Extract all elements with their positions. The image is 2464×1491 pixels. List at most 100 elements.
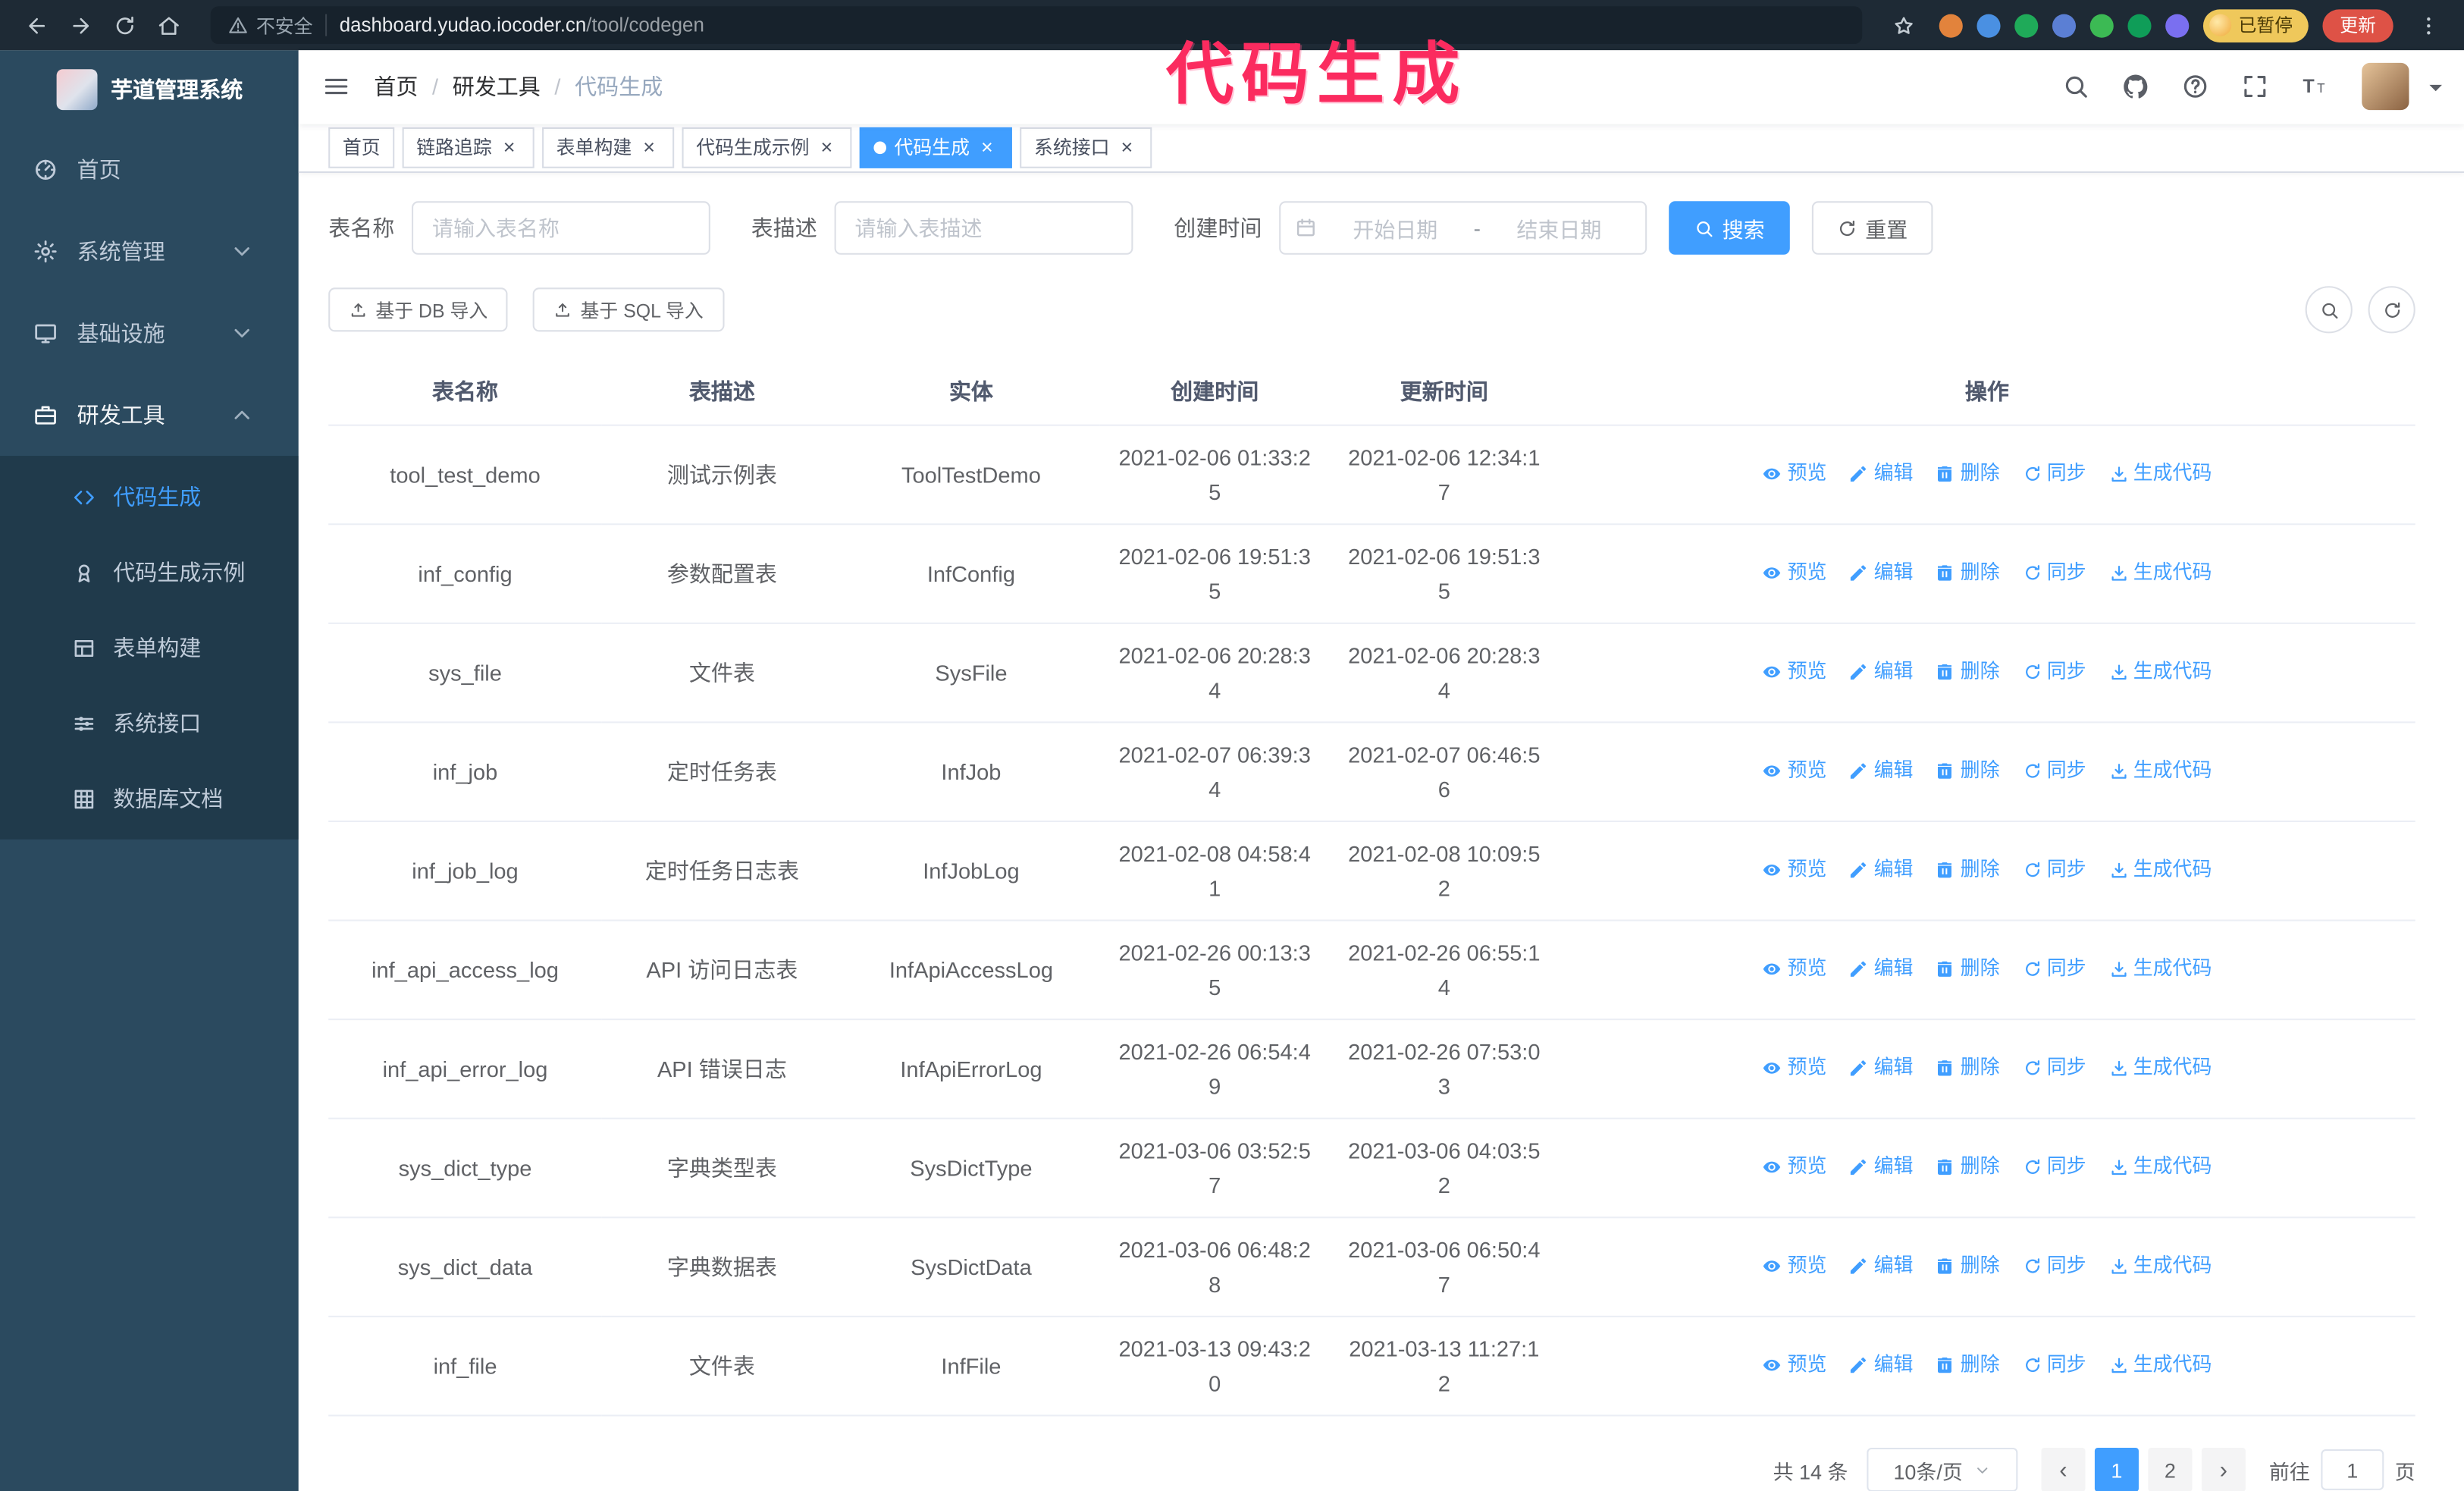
fullscreen-button[interactable] [2230, 62, 2280, 112]
import-sql-button[interactable]: 基于 SQL 导入 [533, 287, 724, 332]
tab-form-builder[interactable]: 表单构建 × [542, 127, 675, 168]
action-edit-link[interactable]: 编辑 [1848, 457, 1913, 491]
tab-home[interactable]: 首页 [328, 127, 395, 168]
reset-button[interactable]: 重置 [1811, 201, 1933, 255]
action-preview-link[interactable]: 预览 [1762, 1248, 1826, 1283]
github-link[interactable] [2111, 62, 2161, 112]
action-generate-code-link[interactable]: 生成代码 [2108, 1150, 2212, 1185]
tab-codegen-demo[interactable]: 代码生成示例 × [682, 127, 852, 168]
profile-chip[interactable]: 已暂停 [2202, 8, 2309, 42]
sidebar-item-devtools[interactable]: 研发工具 [0, 374, 299, 456]
tab-codegen[interactable]: 代码生成 × [859, 127, 1012, 168]
close-icon[interactable]: × [638, 137, 660, 159]
action-edit-link[interactable]: 编辑 [1848, 753, 1913, 788]
action-edit-link[interactable]: 编辑 [1848, 952, 1913, 987]
action-generate-code-link[interactable]: 生成代码 [2108, 1348, 2212, 1383]
action-sync-link[interactable]: 同步 [2022, 555, 2086, 590]
bookmark-star-button[interactable] [1883, 5, 1924, 46]
header-search-button[interactable] [2051, 62, 2101, 112]
action-generate-code-link[interactable]: 生成代码 [2108, 654, 2212, 689]
close-icon[interactable]: × [1116, 137, 1138, 159]
import-db-button[interactable]: 基于 DB 导入 [328, 287, 509, 332]
action-delete-link[interactable]: 删除 [1935, 1348, 2000, 1383]
browser-back-button[interactable] [16, 5, 57, 46]
help-button[interactable] [2170, 62, 2220, 112]
action-sync-link[interactable]: 同步 [2022, 1150, 2086, 1185]
page-size-select[interactable]: 10条/页 [1867, 1447, 2018, 1491]
browser-menu-button[interactable] [2407, 5, 2448, 46]
sidebar-item-infra[interactable]: 基础设施 [0, 293, 299, 375]
action-delete-link[interactable]: 删除 [1935, 753, 2000, 788]
browser-home-button[interactable] [148, 5, 189, 46]
action-sync-link[interactable]: 同步 [2022, 654, 2086, 689]
close-icon[interactable]: × [498, 137, 520, 159]
action-delete-link[interactable]: 删除 [1935, 1248, 2000, 1283]
breadcrumb-item[interactable]: 研发工具 [453, 71, 541, 102]
sidebar-subitem-codegen[interactable]: 代码生成 [0, 459, 299, 534]
goto-page-input[interactable] [2321, 1449, 2384, 1490]
avatar-caret-down-icon[interactable] [2429, 84, 2442, 98]
action-edit-link[interactable]: 编辑 [1848, 1150, 1913, 1185]
action-delete-link[interactable]: 删除 [1935, 852, 2000, 887]
action-sync-link[interactable]: 同步 [2022, 457, 2086, 491]
extension-icon[interactable] [2014, 13, 2038, 37]
action-edit-link[interactable]: 编辑 [1848, 1348, 1913, 1383]
action-generate-code-link[interactable]: 生成代码 [2108, 952, 2212, 987]
action-preview-link[interactable]: 预览 [1762, 654, 1826, 689]
action-preview-link[interactable]: 预览 [1762, 753, 1826, 788]
action-sync-link[interactable]: 同步 [2022, 952, 2086, 987]
app-logo[interactable]: 芋道管理系统 [0, 50, 299, 129]
sidebar-item-home[interactable]: 首页 [0, 129, 299, 211]
user-avatar[interactable] [2362, 63, 2409, 111]
action-delete-link[interactable]: 删除 [1935, 555, 2000, 590]
breadcrumb-item[interactable]: 首页 [374, 71, 418, 102]
tab-api[interactable]: 系统接口 × [1020, 127, 1152, 168]
sidebar-subitem-codegen-demo[interactable]: 代码生成示例 [0, 535, 299, 610]
action-preview-link[interactable]: 预览 [1762, 555, 1826, 590]
action-preview-link[interactable]: 预览 [1762, 1348, 1826, 1383]
action-generate-code-link[interactable]: 生成代码 [2108, 457, 2212, 491]
browser-forward-button[interactable] [60, 5, 101, 46]
action-generate-code-link[interactable]: 生成代码 [2108, 1050, 2212, 1085]
sidebar-toggle-button[interactable] [299, 73, 374, 101]
action-generate-code-link[interactable]: 生成代码 [2108, 753, 2212, 788]
action-edit-link[interactable]: 编辑 [1848, 1248, 1913, 1283]
sidebar-item-system[interactable]: 系统管理 [0, 211, 299, 293]
extension-icon[interactable] [2089, 13, 2113, 37]
table-desc-input[interactable] [834, 201, 1133, 255]
tab-tracer[interactable]: 链路追踪 × [402, 127, 534, 168]
create-time-range-picker[interactable]: 开始日期 - 结束日期 [1279, 201, 1647, 255]
action-sync-link[interactable]: 同步 [2022, 1248, 2086, 1283]
close-icon[interactable]: × [816, 137, 838, 159]
action-generate-code-link[interactable]: 生成代码 [2108, 1248, 2212, 1283]
refresh-table-button[interactable] [2368, 286, 2415, 334]
action-generate-code-link[interactable]: 生成代码 [2108, 852, 2212, 887]
prev-page-button[interactable]: ‹ [2041, 1447, 2086, 1491]
page-button-1[interactable]: 1 [2094, 1447, 2139, 1491]
browser-reload-button[interactable] [104, 5, 145, 46]
page-button-2[interactable]: 2 [2148, 1447, 2193, 1491]
next-page-button[interactable]: › [2201, 1447, 2246, 1491]
font-size-button[interactable]: TT [2290, 62, 2340, 112]
action-delete-link[interactable]: 删除 [1935, 654, 2000, 689]
sidebar-subitem-form-builder[interactable]: 表单构建 [0, 610, 299, 685]
extension-icon[interactable] [1976, 13, 2000, 37]
browser-update-button[interactable]: 更新 [2322, 8, 2393, 42]
action-edit-link[interactable]: 编辑 [1848, 852, 1913, 887]
action-delete-link[interactable]: 删除 [1935, 1050, 2000, 1085]
address-bar[interactable]: 不安全 dashboard.yudao.iocoder.cn /tool/cod… [210, 6, 1862, 45]
action-delete-link[interactable]: 删除 [1935, 952, 2000, 987]
action-sync-link[interactable]: 同步 [2022, 1050, 2086, 1085]
action-delete-link[interactable]: 删除 [1935, 1150, 2000, 1185]
action-edit-link[interactable]: 编辑 [1848, 555, 1913, 590]
search-button[interactable]: 搜索 [1669, 201, 1790, 255]
action-sync-link[interactable]: 同步 [2022, 753, 2086, 788]
action-preview-link[interactable]: 预览 [1762, 457, 1826, 491]
action-delete-link[interactable]: 删除 [1935, 457, 2000, 491]
action-preview-link[interactable]: 预览 [1762, 1050, 1826, 1085]
action-sync-link[interactable]: 同步 [2022, 852, 2086, 887]
breadcrumb-item[interactable]: 代码生成 [575, 71, 663, 102]
toggle-search-button[interactable] [2305, 286, 2353, 334]
action-preview-link[interactable]: 预览 [1762, 852, 1826, 887]
action-sync-link[interactable]: 同步 [2022, 1348, 2086, 1383]
